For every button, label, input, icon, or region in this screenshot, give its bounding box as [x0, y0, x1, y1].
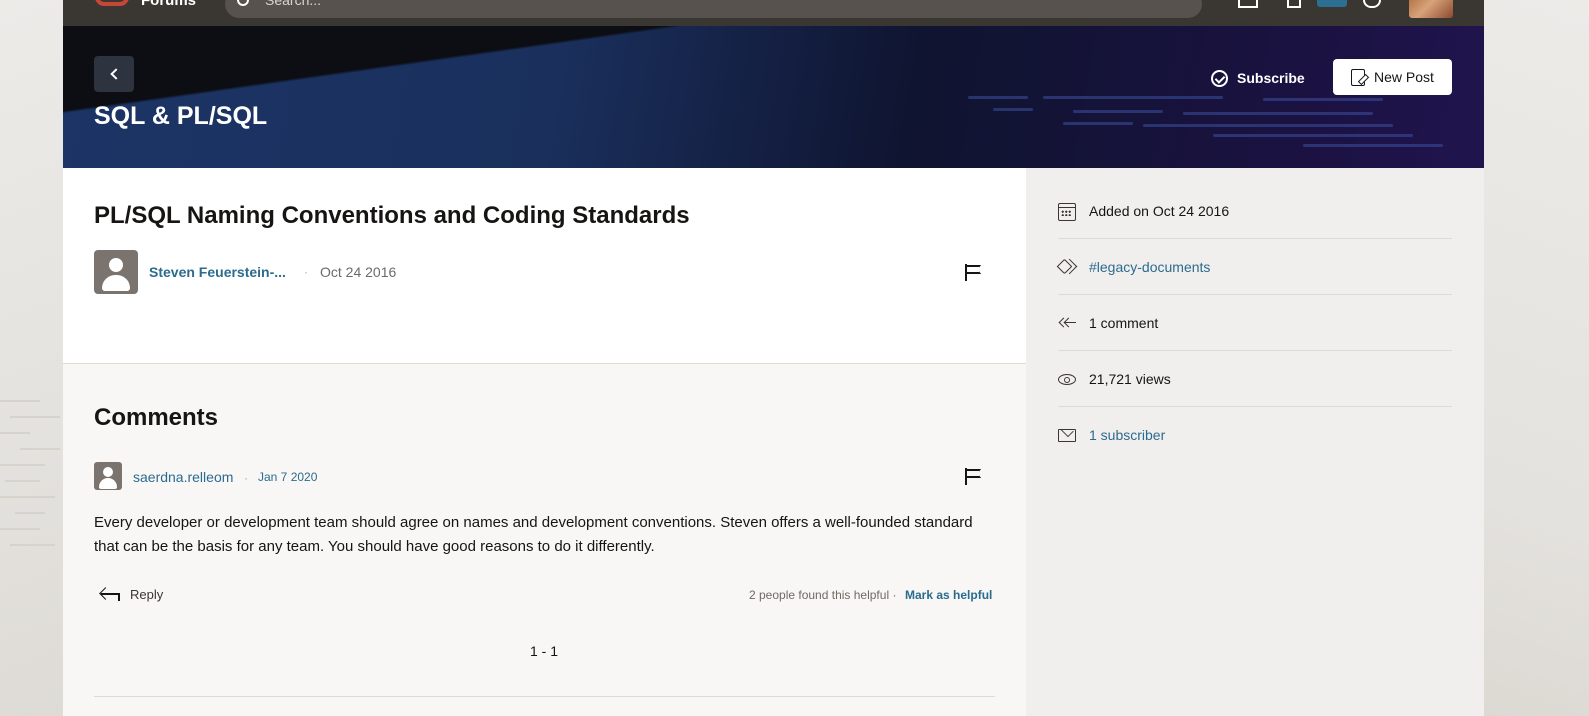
flag-icon[interactable]: [965, 264, 982, 281]
reply-button[interactable]: Reply: [99, 586, 163, 602]
post-info-sidebar: Added on Oct 24 2016 #legacy-documents 1…: [1026, 168, 1484, 716]
added-date-text: Added on Oct 24 2016: [1089, 202, 1230, 219]
forum-page: Forums Search... SQL & PL/SQL Subscribe: [63, 0, 1484, 716]
category-title: SQL & PL/SQL: [94, 102, 268, 130]
pagination-range: 1 - 1: [530, 643, 559, 659]
category-banner: SQL & PL/SQL Subscribe New Post: [63, 26, 1484, 168]
meta-separator: ·: [304, 265, 308, 279]
divider: [94, 696, 995, 697]
added-date-row: Added on Oct 24 2016: [1058, 183, 1452, 239]
helpful-count: 2 people found this helpful ·: [749, 588, 897, 602]
comment-date-link[interactable]: Jan 7 2020: [258, 470, 317, 484]
subscribe-button[interactable]: Subscribe: [1211, 66, 1305, 90]
author-avatar[interactable]: [94, 250, 138, 294]
user-avatar[interactable]: [1409, 0, 1453, 18]
search-icon: [237, 0, 249, 6]
post-header-card: PL/SQL Naming Conventions and Coding Sta…: [63, 168, 1026, 364]
forums-logo-icon[interactable]: [95, 0, 129, 6]
edit-document-icon: [1351, 68, 1366, 86]
calendar-icon: [1058, 202, 1076, 221]
comment-count-row: 1 comment: [1058, 295, 1452, 351]
reply-arrow-icon: [99, 586, 121, 602]
comment-count-text: 1 comment: [1089, 314, 1159, 331]
comment-body: Every developer or development team shou…: [94, 514, 973, 555]
subscriber-count-row: 1 subscriber: [1058, 407, 1452, 463]
subscribe-label: Subscribe: [1237, 70, 1305, 86]
comment-meta-separator: ·: [244, 471, 248, 485]
brand-label[interactable]: Forums: [141, 0, 196, 9]
reply-label: Reply: [130, 586, 164, 602]
view-count-text: 21,721 views: [1089, 370, 1171, 387]
new-post-label: New Post: [1374, 69, 1434, 85]
search-input[interactable]: Search...: [225, 0, 1202, 18]
comment-flag-icon[interactable]: [965, 468, 982, 485]
view-count-row: 21,721 views: [1058, 351, 1452, 407]
comments-heading: Comments: [94, 404, 219, 431]
back-button[interactable]: [94, 56, 134, 92]
new-post-button[interactable]: New Post: [1333, 59, 1452, 95]
tag-row: #legacy-documents: [1056, 239, 1452, 295]
top-nav-bar: Forums Search...: [63, 0, 1484, 26]
chevron-left-icon: [110, 68, 122, 80]
tag-icon: [1056, 258, 1078, 276]
subscriber-count-link[interactable]: 1 subscriber: [1089, 427, 1165, 443]
post-title: PL/SQL Naming Conventions and Coding Sta…: [94, 202, 690, 229]
commenter-avatar[interactable]: [94, 462, 122, 490]
tag-link[interactable]: #legacy-documents: [1089, 259, 1210, 275]
points-icon[interactable]: [1238, 0, 1258, 8]
commenter-name-link[interactable]: saerdna.relleom: [133, 469, 233, 485]
page-background-left: [0, 0, 63, 716]
search-placeholder: Search...: [265, 0, 322, 8]
envelope-icon: [1058, 423, 1076, 444]
eye-icon: [1058, 370, 1076, 388]
notification-count-badge[interactable]: [1317, 0, 1347, 7]
reply-all-icon: [1058, 314, 1076, 332]
check-circle-icon: [1211, 69, 1228, 87]
author-name-link[interactable]: Steven Feuerstein-...: [149, 264, 286, 280]
mark-helpful-link[interactable]: Mark as helpful: [905, 588, 992, 602]
notifications-icon[interactable]: [1287, 0, 1301, 8]
banner-decoration: [63, 26, 1063, 168]
page-background-right: [1484, 0, 1589, 716]
profile-menu-icon[interactable]: [1363, 0, 1381, 8]
post-date: Oct 24 2016: [320, 264, 397, 280]
